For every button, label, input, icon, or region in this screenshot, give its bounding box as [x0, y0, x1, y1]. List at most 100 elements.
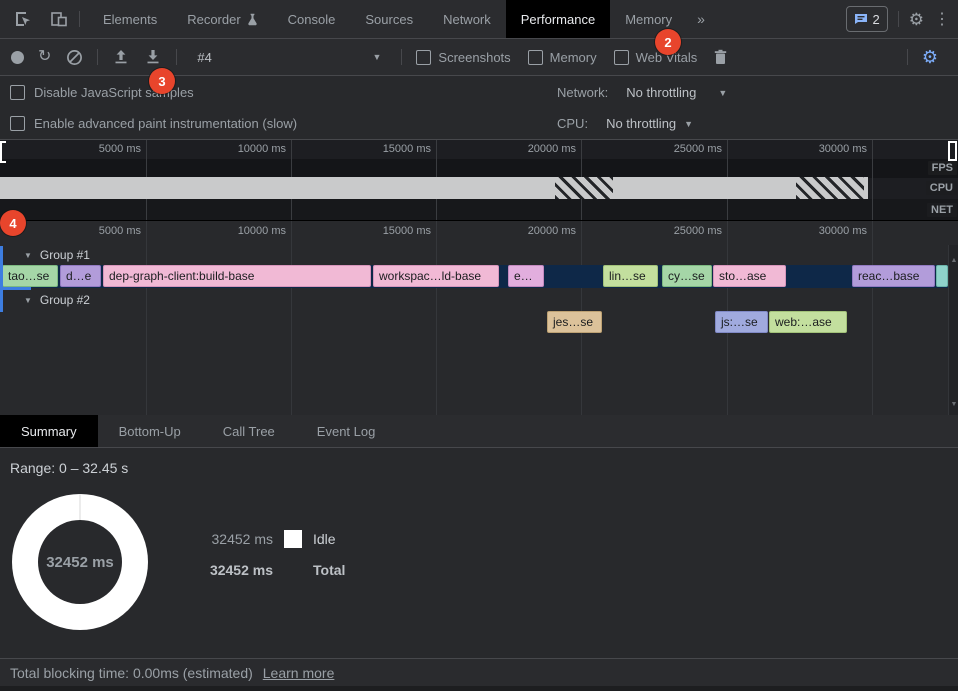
recording-history-select[interactable]: #4 ▼	[191, 45, 387, 69]
divider	[97, 49, 98, 65]
tabbar-right-cluster: 2 ⚙ ⋮	[846, 0, 950, 38]
issues-count: 2	[873, 12, 880, 27]
checkbox[interactable]	[528, 50, 543, 65]
tab-sources[interactable]: Sources	[350, 0, 428, 38]
clear-recording-icon[interactable]	[65, 48, 83, 66]
legend-value: 32452 ms	[205, 531, 273, 547]
chevron-down-icon[interactable]: ▼	[718, 88, 727, 98]
range-handle-right[interactable]	[948, 141, 957, 161]
learn-more-link[interactable]: Learn more	[263, 665, 335, 681]
flame-bar-label: e…	[514, 269, 533, 283]
more-options-icon[interactable]: ⋮	[934, 9, 950, 29]
flame-bar-label: d…e	[66, 269, 91, 283]
recording-history-value: #4	[197, 50, 211, 65]
group-header[interactable]: ▼ Group #2	[24, 291, 90, 309]
flame-bar-label: cy…se	[668, 269, 705, 283]
flame-bar[interactable]: e…	[508, 265, 544, 287]
step-badge-2: 2	[655, 29, 681, 55]
flame-bar[interactable]: web:…ase	[769, 311, 847, 333]
checkbox[interactable]	[10, 85, 25, 100]
collapse-triangle-icon[interactable]: ▼	[24, 251, 32, 260]
step-badge-4: 4	[0, 210, 26, 236]
capture-checkbox-web-vitals[interactable]: Web Vitals	[614, 50, 698, 65]
chevron-down-icon[interactable]: ▼	[684, 119, 693, 129]
flame-bar[interactable]: lin…se	[603, 265, 658, 287]
fps-lane-label: FPS	[928, 161, 957, 175]
flame-bar[interactable]	[936, 265, 948, 287]
scroll-up-icon[interactable]: ▲	[949, 257, 958, 264]
details-tab-call-tree[interactable]: Call Tree	[202, 415, 296, 447]
timeline-overview[interactable]: 5000 ms10000 ms15000 ms20000 ms25000 ms3…	[0, 140, 958, 221]
ruler-tick-label: 20000 ms	[476, 225, 576, 237]
group-header[interactable]: ▼ Group #1	[24, 246, 90, 264]
ruler-tick-label: 25000 ms	[622, 143, 722, 155]
legend-value: 32452 ms	[205, 562, 273, 578]
cpu-activity-band	[0, 177, 868, 199]
tab-network[interactable]: Network	[428, 0, 506, 38]
flame-bar[interactable]: cy…se	[662, 265, 712, 287]
tab-performance[interactable]: Performance	[506, 0, 610, 38]
details-tab-bottom-up[interactable]: Bottom-Up	[98, 415, 202, 447]
track-selection-bracket	[0, 246, 3, 312]
issues-counter-button[interactable]: 2	[846, 6, 888, 32]
inspect-element-icon[interactable]	[12, 8, 34, 30]
fps-lane	[0, 159, 958, 178]
summary-legend: 32452 msIdle32452 msTotal	[205, 530, 345, 579]
flame-bar[interactable]: d…e	[60, 265, 101, 287]
issues-bubble-icon	[854, 13, 868, 25]
group-label: Group #1	[40, 248, 90, 262]
checkbox[interactable]	[10, 116, 25, 131]
capture-settings-gear-icon[interactable]: ⚙	[922, 48, 938, 66]
group-label: Group #2	[40, 293, 90, 307]
ruler-tick-label: 5000 ms	[41, 143, 141, 155]
flame-bar-label: js:…se	[721, 315, 758, 329]
net-lane	[0, 199, 958, 220]
net-lane-label: NET	[927, 203, 957, 217]
capture-options: Disable JavaScript samples Enable advanc…	[0, 77, 958, 140]
network-throttle-value[interactable]: No throttling	[626, 85, 696, 100]
tab-console[interactable]: Console	[273, 0, 351, 38]
step-badge-3: 3	[149, 68, 175, 94]
advanced-paint-option[interactable]: Enable advanced paint instrumentation (s…	[10, 108, 297, 139]
load-profile-icon[interactable]	[112, 48, 130, 66]
flame-bar-label: jes…se	[553, 315, 593, 329]
cpu-throttle-value[interactable]: No throttling	[606, 116, 676, 131]
record-button[interactable]	[11, 51, 24, 64]
checkbox[interactable]	[614, 50, 629, 65]
flame-bar-label: web:…ase	[775, 315, 832, 329]
flame-bar[interactable]: tao…se	[2, 265, 58, 287]
flame-bar[interactable]: js:…se	[715, 311, 768, 333]
reload-and-record-icon[interactable]: ↻	[38, 49, 51, 65]
save-profile-icon[interactable]	[144, 48, 162, 66]
flame-bar[interactable]: reac…base	[852, 265, 935, 287]
flame-bar-label: reac…base	[858, 269, 919, 283]
flame-bar[interactable]: sto…ase	[713, 265, 786, 287]
flame-chart[interactable]: 5000 ms10000 ms15000 ms20000 ms25000 ms3…	[0, 221, 958, 415]
flame-bar[interactable]: workspac…ld-base	[373, 265, 499, 287]
flame-scrollbar[interactable]: ▲ ▼	[948, 245, 958, 415]
checkbox[interactable]	[416, 50, 431, 65]
performance-toolbar: ↻ #4 ▼ Screenshots Memory Web Vitals ⚙	[0, 39, 958, 76]
capture-checkboxes: Screenshots Memory Web Vitals	[416, 50, 697, 65]
tab-label: Network	[443, 12, 491, 27]
collapse-triangle-icon[interactable]: ▼	[24, 296, 32, 305]
range-text: Range: 0 – 32.45 s	[10, 460, 128, 476]
more-tabs-button[interactable]: »	[687, 11, 715, 27]
cpu-lane-label: CPU	[926, 181, 957, 195]
delete-recording-icon[interactable]	[711, 48, 729, 66]
details-tab-summary[interactable]: Summary	[0, 415, 98, 447]
tab-elements[interactable]: Elements	[88, 0, 172, 38]
device-toolbar-icon[interactable]	[48, 8, 70, 30]
flame-bar[interactable]: dep-graph-client:build-base	[103, 265, 371, 287]
capture-checkbox-memory[interactable]: Memory	[528, 50, 597, 65]
range-handle-left[interactable]	[0, 141, 6, 163]
capture-checkbox-screenshots[interactable]: Screenshots	[416, 50, 510, 65]
details-tab-event-log[interactable]: Event Log	[296, 415, 397, 447]
tab-recorder[interactable]: Recorder	[172, 0, 272, 38]
settings-gear-icon[interactable]: ⚙	[909, 11, 924, 28]
checkbox-label: Screenshots	[438, 50, 510, 65]
scroll-down-icon[interactable]: ▼	[949, 401, 958, 408]
ruler-tick-label: 10000 ms	[186, 225, 286, 237]
flame-bar-label: dep-graph-client:build-base	[109, 269, 254, 283]
flame-bar[interactable]: jes…se	[547, 311, 602, 333]
